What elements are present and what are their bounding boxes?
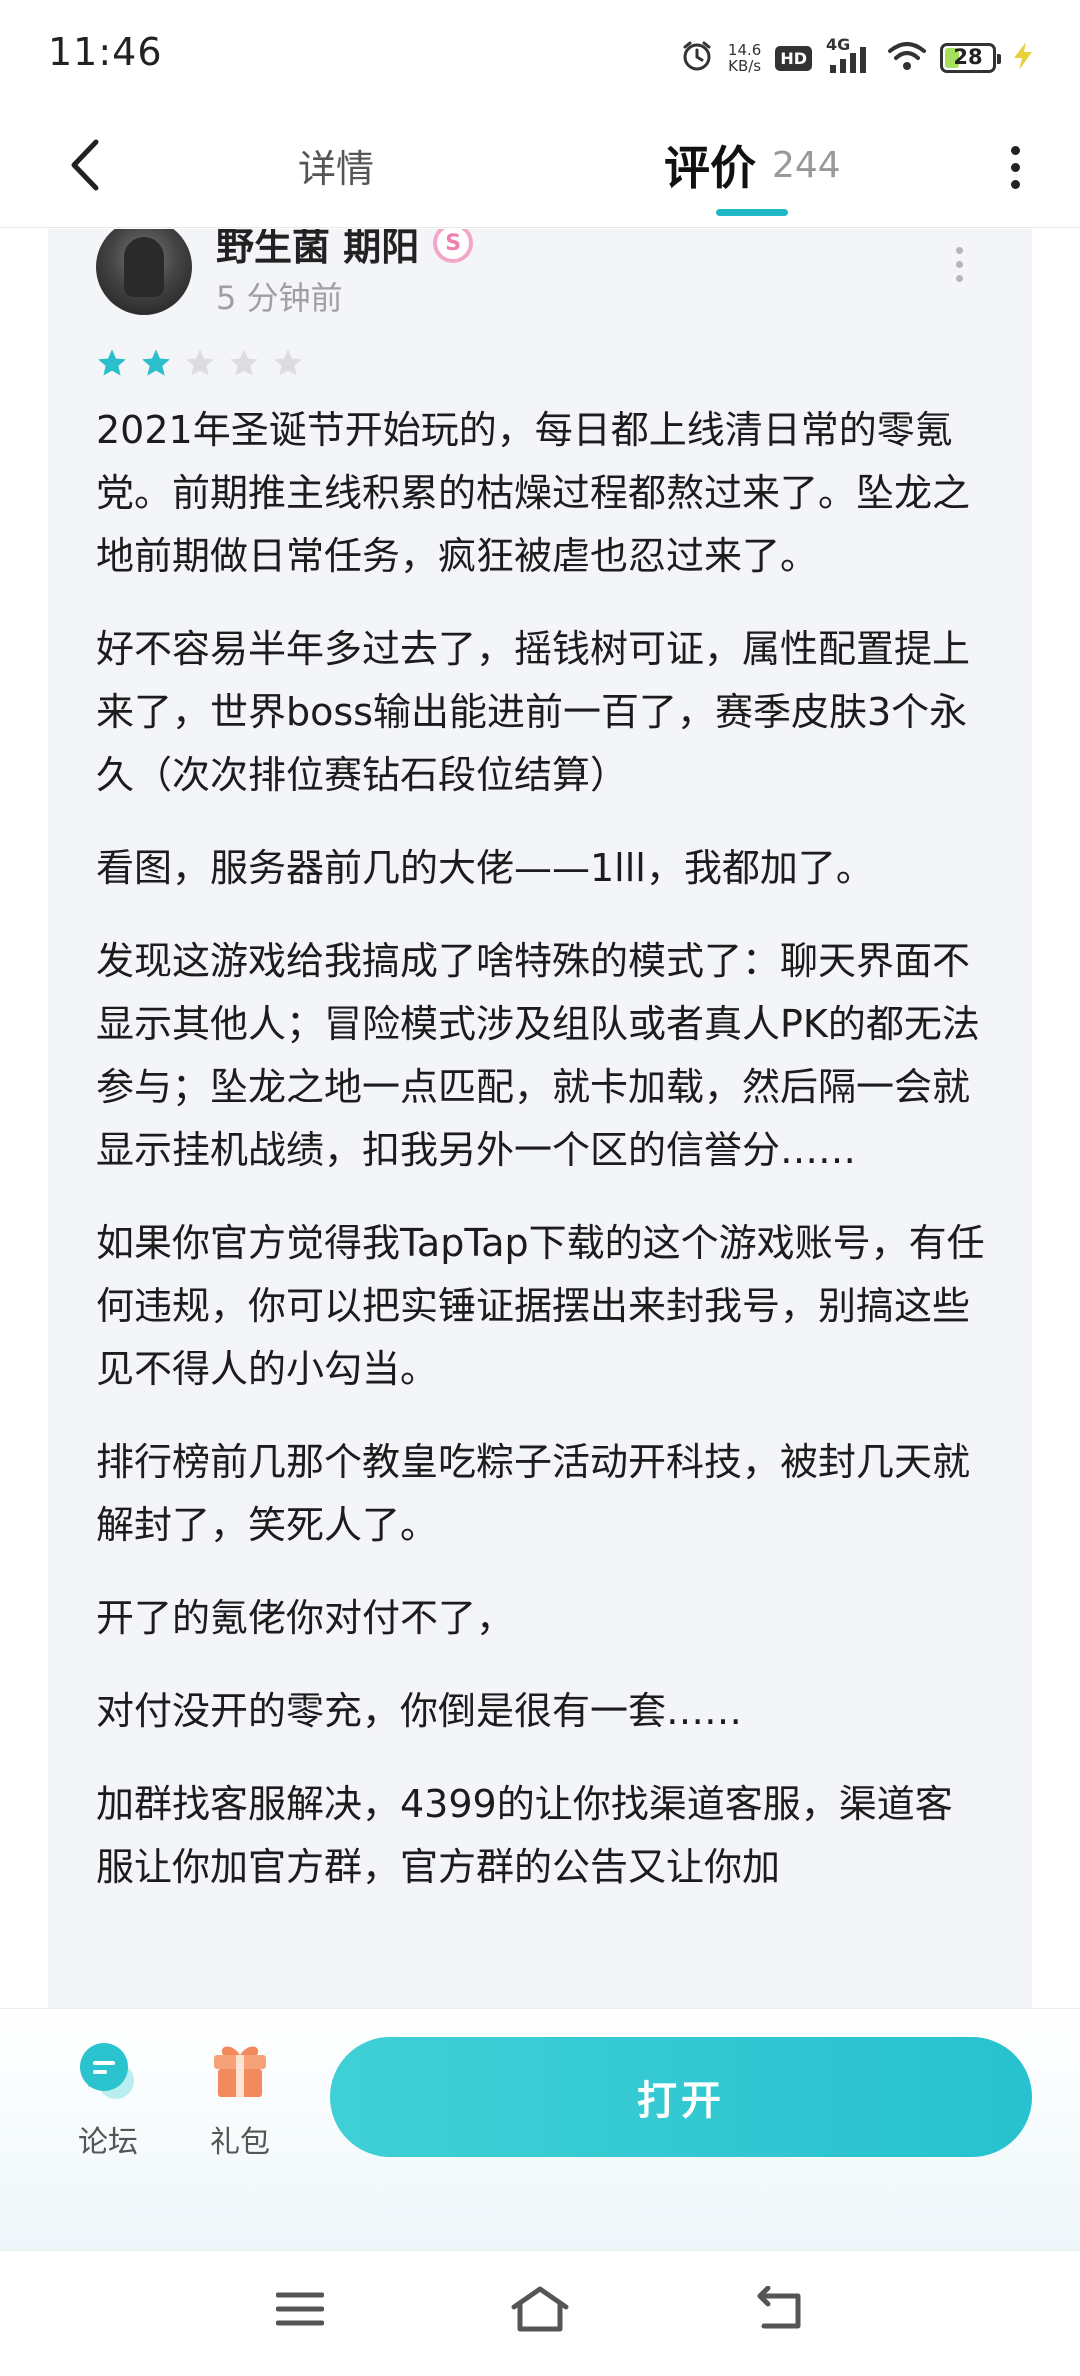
gift-label: 礼包 [210, 2125, 270, 2160]
battery-icon: 28 [940, 43, 1001, 73]
review-paragraph: 2021年圣诞节开始玩的，每日都上线清日常的零氪党。前期推主线积累的枯燥过程都熬… [96, 408, 971, 578]
battery-tip [997, 54, 1001, 64]
status-time: 11:46 [48, 30, 163, 74]
system-nav-bar [0, 2250, 1080, 2376]
more-dot [1010, 145, 1020, 155]
more-dot [1010, 162, 1020, 172]
more-dot [1010, 179, 1020, 189]
open-button[interactable]: 打开 [330, 2037, 1032, 2157]
tab-details[interactable]: 详情 [298, 130, 374, 200]
battery-level: 28 [953, 45, 983, 69]
review-paragraph: 好不容易半年多过去了，摇钱树可证，属性配置提上来了，世界boss输出能进前一百了… [96, 627, 971, 797]
status-bar: 11:46 14.6 KB/s HD 4G 28 [0, 0, 1080, 110]
alarm-icon [680, 39, 714, 77]
wifi-icon [888, 40, 926, 76]
recent-apps-button[interactable] [265, 2279, 335, 2339]
review-paragraph: 开了的氪佬你对付不了， [96, 1596, 515, 1640]
avatar-figure [124, 237, 164, 297]
post-time: 5 分钟前 [216, 279, 343, 317]
user-badge-icon: S [433, 229, 474, 263]
more-dot [955, 275, 963, 282]
home-button[interactable] [505, 2279, 575, 2339]
star-empty-icon [184, 347, 216, 379]
signal-icon: 4G [826, 35, 874, 75]
net-speed: 14.6 KB/s [728, 42, 761, 74]
tab-reviews[interactable]: 评价 244 [664, 130, 841, 200]
review-paragraph: 加群找客服解决，4399的让你找渠道客服，渠道客服让你加官方群，官方群的公告又让… [96, 1782, 953, 1889]
active-tab-indicator [716, 209, 788, 216]
review-card: 野生菌 期阳 S 5 分钟前 2021年圣诞节开始玩的，每日都上线清日常的零氪党… [48, 229, 1032, 2009]
back-icon [757, 2286, 801, 2329]
menu-icon [276, 2292, 324, 2326]
username-row: 野生菌 期阳 S [216, 229, 474, 269]
chevron-left-icon [71, 139, 99, 191]
star-filled-icon [96, 347, 128, 379]
gift-button[interactable]: 礼包 [190, 2039, 290, 2161]
username[interactable]: 野生菌 期阳 [216, 229, 419, 271]
top-nav: 详情 评价 244 [0, 110, 1080, 228]
review-paragraph: 对付没开的零充，你倒是很有一套…… [96, 1689, 743, 1733]
bottom-action-bar: 论坛 礼包 打开 [0, 2008, 1080, 2250]
review-count: 244 [772, 144, 841, 186]
back-button[interactable] [54, 130, 114, 200]
forum-button[interactable]: 论坛 [58, 2039, 158, 2161]
tab-details-label: 详情 [298, 146, 375, 191]
net-speed-unit: KB/s [728, 57, 762, 75]
review-more-button[interactable] [944, 247, 974, 297]
charging-icon [1010, 40, 1036, 76]
more-dot [955, 261, 963, 268]
star-rating [96, 347, 304, 379]
status-icons: 14.6 KB/s HD 4G 28 [680, 35, 1036, 80]
gift-icon [208, 2039, 272, 2103]
forum-label: 论坛 [78, 2125, 138, 2160]
star-filled-icon [140, 347, 172, 379]
more-dot [955, 247, 963, 254]
tab-reviews-label: 评价 [664, 141, 756, 195]
review-content[interactable]: 野生菌 期阳 S 5 分钟前 2021年圣诞节开始玩的，每日都上线清日常的零氪党… [0, 229, 1080, 2009]
review-paragraph: 发现这游戏给我搞成了啥特殊的模式了：聊天界面不显示其他人；冒险模式涉及组队或者真… [96, 939, 980, 1172]
net-speed-value: 14.6 [727, 41, 762, 59]
star-empty-icon [228, 347, 260, 379]
star-empty-icon [272, 347, 304, 379]
review-paragraph: 看图，服务器前几的大佬——1lll，我都加了。 [96, 846, 874, 890]
system-back-button[interactable] [745, 2279, 815, 2339]
avatar[interactable] [96, 229, 192, 315]
forum-icon [76, 2039, 140, 2103]
review-paragraph: 排行榜前几那个教皇吃粽子活动开科技，被封几天就解封了，笑死人了。 [96, 1440, 971, 1547]
hd-badge: HD [775, 45, 812, 71]
review-body: 2021年圣诞节开始玩的，每日都上线清日常的零氪党。前期推主线积累的枯燥过程都熬… [96, 399, 986, 1929]
screen: 11:46 14.6 KB/s HD 4G 28 详情 评价 244 野生菌 期… [0, 0, 1080, 2376]
more-options-button[interactable] [990, 132, 1040, 202]
review-paragraph: 如果你官方觉得我TapTap下载的这个游戏账号，有任何违规，你可以把实锤证据摆出… [96, 1221, 985, 1391]
home-icon [511, 2286, 569, 2332]
